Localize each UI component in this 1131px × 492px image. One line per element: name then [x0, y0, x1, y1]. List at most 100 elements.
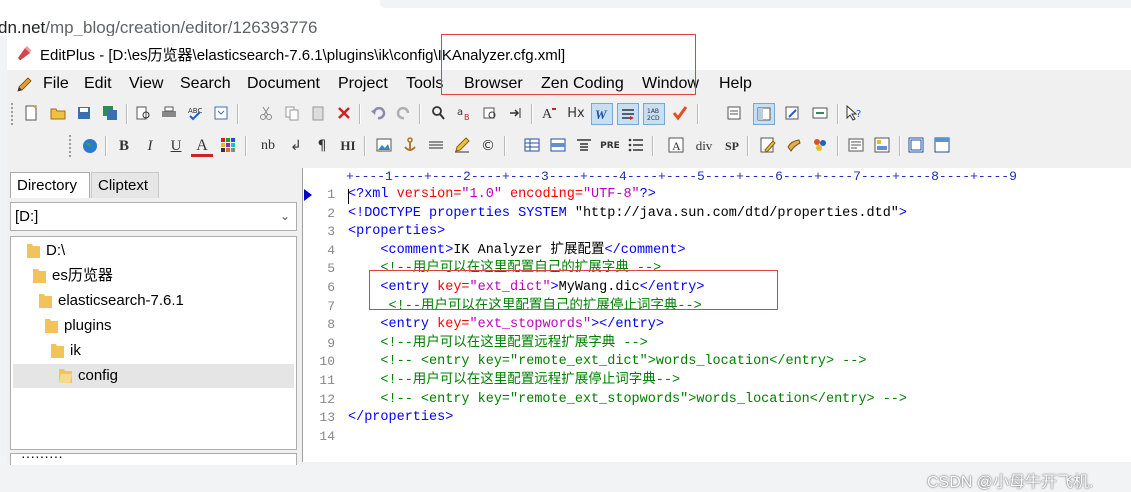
find-icon[interactable]	[427, 103, 449, 125]
italic-button[interactable]: I	[139, 135, 161, 157]
menu-view[interactable]: View	[129, 75, 163, 93]
nbsp-button[interactable]: nb	[257, 135, 279, 157]
paragraph-button[interactable]: ¶	[311, 135, 333, 157]
toggle-window-icon[interactable]	[809, 103, 831, 125]
edit-pencil-icon[interactable]	[451, 135, 473, 157]
browser-url[interactable]: dn.net/mp_blog/creation/editor/126393776	[0, 18, 317, 38]
copyright-button[interactable]: ©	[477, 135, 499, 157]
code-area[interactable]: <?xml version="1.0" encoding="UTF-8"?> <!…	[348, 186, 1131, 462]
word-wrap-icon[interactable]: W	[591, 103, 613, 125]
code-line[interactable]: <properties>	[348, 223, 445, 242]
menu-tools[interactable]: Tools	[406, 75, 443, 93]
font-tag-icon[interactable]: A	[665, 135, 687, 157]
tab-cliptext[interactable]: Cliptext	[91, 172, 159, 198]
tree-node-config[interactable]: config	[13, 364, 294, 388]
heading-button[interactable]: HI	[337, 135, 359, 157]
menu-file[interactable]: File	[43, 75, 69, 93]
table-row-icon[interactable]	[547, 135, 569, 157]
list-icon[interactable]	[625, 135, 647, 157]
open-folder-icon[interactable]	[47, 103, 69, 125]
tree-node-plugins[interactable]: plugins	[45, 314, 112, 338]
color-dots-icon[interactable]	[809, 135, 831, 157]
replace-icon[interactable]: aB	[453, 103, 475, 125]
chevron-down-icon[interactable]: ⌄	[280, 203, 290, 230]
code-line[interactable]: <!--用户可以在这里配置自己的扩展字典 -->	[348, 260, 661, 279]
print-icon[interactable]	[158, 103, 180, 125]
hex-view-button[interactable]: Hx	[565, 103, 587, 125]
style-brush-icon[interactable]	[783, 135, 805, 157]
browser-view-icon[interactable]	[210, 103, 232, 125]
globe-icon[interactable]	[79, 135, 101, 157]
save-all-icon[interactable]	[99, 103, 121, 125]
cliptext-window-icon[interactable]	[753, 103, 775, 125]
undo-icon[interactable]	[367, 103, 389, 125]
menu-window[interactable]: Window	[642, 75, 699, 93]
code-line[interactable]: <!DOCTYPE properties SYSTEM "http://java…	[348, 205, 907, 224]
toolbar-grip[interactable]	[11, 103, 16, 125]
copy-icon[interactable]	[281, 103, 303, 125]
ruler-icon[interactable]: 1AB 2CD	[643, 103, 665, 125]
code-line[interactable]: <entry key="ext_dict">MyWang.dic</entry>	[348, 279, 704, 298]
help-pointer-icon[interactable]: ?	[843, 103, 865, 125]
code-line[interactable]: <!-- <entry key="remote_ext_stopwords">w…	[348, 391, 907, 410]
font-color-button[interactable]: A	[191, 135, 213, 157]
code-line[interactable]: <!-- <entry key="remote_ext_dict">words_…	[348, 353, 866, 372]
menu-browser[interactable]: Browser	[464, 75, 523, 93]
save-icon[interactable]	[73, 103, 95, 125]
paste-icon[interactable]	[307, 103, 329, 125]
code-line[interactable]: </properties>	[348, 409, 453, 428]
underline-button[interactable]: U	[165, 135, 187, 157]
horizontal-rule-icon[interactable]	[425, 135, 447, 157]
table-data-icon[interactable]	[573, 135, 595, 157]
redo-icon[interactable]	[393, 103, 415, 125]
code-line[interactable]: <!--用户可以在这里配置远程扩展停止词字典-->	[348, 372, 680, 391]
code-line[interactable]: <!--用户可以在这里配置远程扩展字典 -->	[348, 335, 647, 354]
code-editor[interactable]: +----1----+----2----+----3----+----4----…	[303, 168, 1131, 462]
menu-search[interactable]: Search	[180, 75, 231, 93]
css-pencil-icon[interactable]	[757, 135, 779, 157]
tree-node-elasticsearch[interactable]: elasticsearch-7.6.1	[39, 289, 184, 313]
new-file-icon[interactable]	[20, 103, 42, 125]
div-button[interactable]: div	[693, 135, 715, 157]
spell-check-icon[interactable]: ABC	[184, 103, 206, 125]
line-number: 8	[327, 317, 335, 333]
font-icon[interactable]: A	[539, 103, 561, 125]
color-grid-icon[interactable]	[217, 135, 239, 157]
menu-zen-coding[interactable]: Zen Coding	[541, 75, 624, 93]
code-line[interactable]: <!--用户可以在这里配置自己的扩展停止词字典-->	[348, 298, 702, 317]
menu-edit[interactable]: Edit	[84, 75, 112, 93]
line-number-icon[interactable]	[617, 103, 639, 125]
anchor-icon[interactable]	[399, 135, 421, 157]
checkmark-icon[interactable]	[669, 103, 691, 125]
code-line[interactable]: <comment>IK Analyzer 扩展配置</comment>	[348, 242, 685, 261]
output-window-icon[interactable]	[723, 103, 745, 125]
tree-node-ik[interactable]: ik	[51, 339, 81, 363]
goto-line-icon[interactable]	[505, 103, 527, 125]
line-break-button[interactable]: ↲	[285, 135, 307, 157]
cut-icon[interactable]	[255, 103, 277, 125]
tree-node-d[interactable]: D:\	[27, 239, 65, 263]
print-preview-icon[interactable]	[132, 103, 154, 125]
frame-icon[interactable]	[905, 135, 927, 157]
find-in-files-icon[interactable]	[479, 103, 501, 125]
code-line[interactable]: <?xml version="1.0" encoding="UTF-8"?>	[348, 186, 656, 205]
table-icon[interactable]	[521, 135, 543, 157]
drive-select[interactable]: [D:] ⌄	[10, 202, 297, 231]
tab-directory[interactable]: Directory	[10, 172, 90, 198]
bold-button[interactable]: B	[113, 135, 135, 157]
form-icon[interactable]	[845, 135, 867, 157]
span-button[interactable]: SP	[721, 135, 743, 157]
tree-node-es-browser[interactable]: es历览器	[33, 264, 113, 288]
delete-icon[interactable]	[333, 103, 355, 125]
preformatted-button[interactable]: PRE	[599, 135, 621, 157]
menu-help[interactable]: Help	[719, 75, 752, 93]
edit-window-icon[interactable]	[781, 103, 803, 125]
menu-document[interactable]: Document	[247, 75, 320, 93]
form-input-icon[interactable]	[871, 135, 893, 157]
image-icon[interactable]	[373, 135, 395, 157]
window-frame-icon[interactable]	[931, 135, 953, 157]
menu-project[interactable]: Project	[338, 75, 388, 93]
code-line[interactable]: <entry key="ext_stopwords"></entry>	[348, 316, 664, 335]
toolbar-grip[interactable]	[69, 135, 74, 157]
